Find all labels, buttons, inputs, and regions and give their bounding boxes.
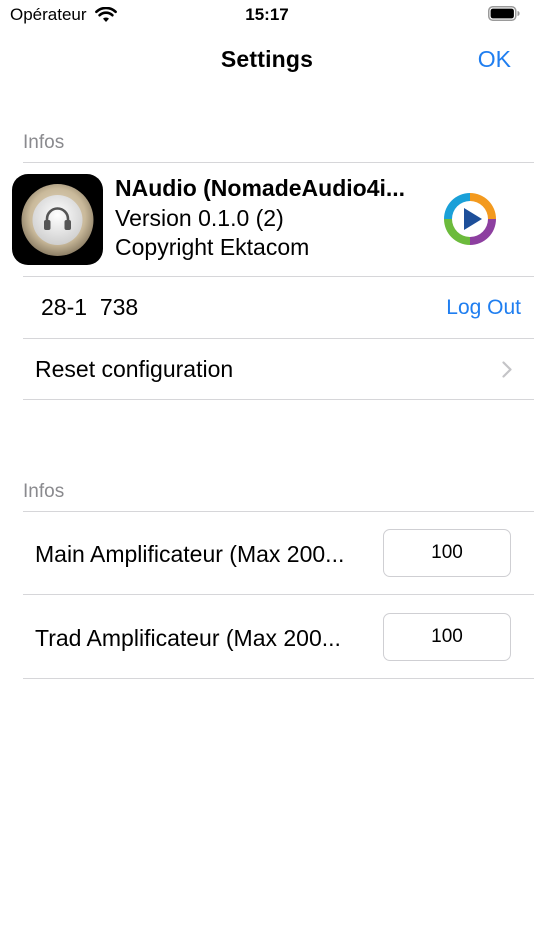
play-logo-icon	[444, 193, 496, 245]
reset-configuration-row[interactable]: Reset configuration	[23, 339, 534, 399]
headphones-icon	[21, 184, 94, 256]
divider	[23, 511, 534, 512]
divider	[23, 678, 534, 679]
section-header-infos: Infos	[23, 481, 65, 502]
divider	[23, 276, 534, 277]
trad-amplifier-input[interactable]	[383, 613, 511, 661]
chevron-right-icon	[502, 361, 512, 378]
logout-button[interactable]: Log Out	[446, 296, 521, 320]
account-id: 28-1 738	[41, 294, 139, 320]
status-bar: Opérateur 15:17	[0, 0, 534, 30]
divider	[23, 399, 534, 400]
status-time: 15:17	[245, 5, 289, 24]
main-amplifier-input[interactable]	[383, 529, 511, 577]
app-copyright: Copyright Ektacom	[115, 234, 310, 260]
main-amplifier-label: Main Amplificateur (Max 200...	[35, 541, 345, 567]
reset-configuration-label: Reset configuration	[35, 356, 234, 382]
section-header-infos: Infos	[23, 132, 65, 153]
page-title: Settings	[220, 46, 314, 72]
app-icon	[12, 174, 103, 265]
ok-button[interactable]: OK	[478, 46, 511, 73]
battery-full-icon	[488, 6, 520, 21]
divider	[23, 594, 534, 595]
divider	[23, 162, 534, 163]
app-name: NAudio (NomadeAudio4i...	[115, 175, 406, 201]
app-version: Version 0.1.0 (2)	[115, 205, 284, 231]
navigation-bar: Settings OK	[0, 38, 534, 82]
trad-amplifier-label: Trad Amplificateur (Max 200...	[35, 625, 341, 651]
